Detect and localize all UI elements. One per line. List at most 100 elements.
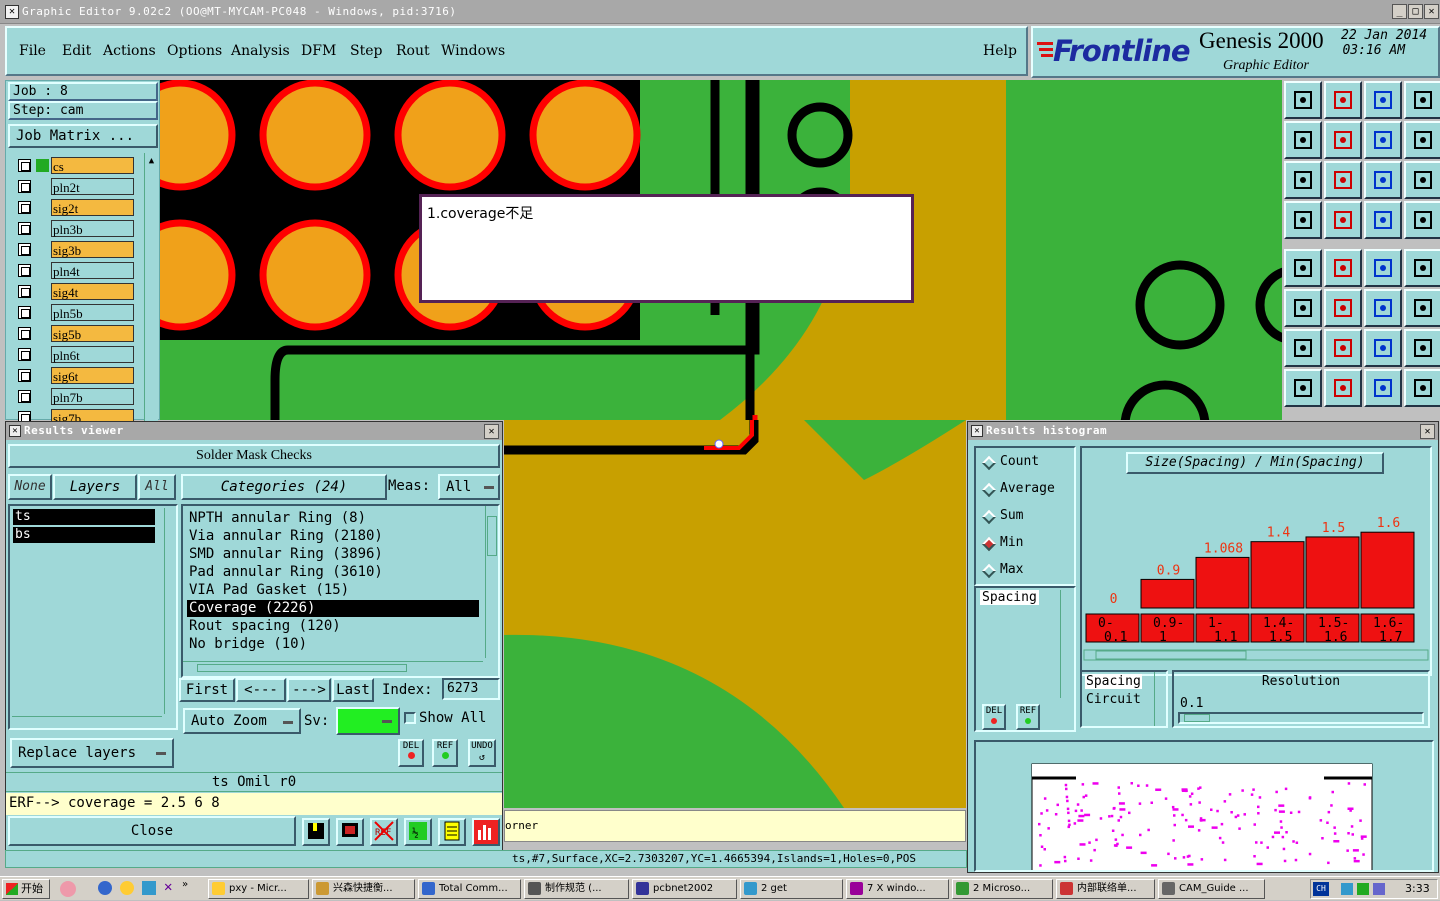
category-hscroll[interactable]: [183, 661, 483, 675]
menu-step[interactable]: Step: [350, 43, 382, 59]
radio-diamond-icon[interactable]: [981, 482, 997, 498]
histogram-tool-icon[interactable]: [472, 818, 500, 846]
result-layer-item[interactable]: ts: [13, 509, 155, 525]
layer-name[interactable]: sig5b: [51, 325, 134, 342]
radio-diamond-icon[interactable]: [981, 563, 997, 579]
scroll-up-arrow-icon[interactable]: ▲: [146, 155, 157, 167]
start-button[interactable]: 开始: [2, 879, 50, 899]
minus-tool-icon[interactable]: [1324, 369, 1362, 407]
swap-icon[interactable]: [1364, 121, 1402, 159]
select-square-icon[interactable]: [1284, 249, 1322, 287]
category-item[interactable]: Coverage (2226): [187, 600, 479, 617]
clock-icon[interactable]: [120, 881, 134, 895]
sv-color-select[interactable]: [336, 707, 400, 735]
layer-row[interactable]: sig7b: [16, 409, 136, 421]
results-viewer-close-icon[interactable]: ✕: [484, 424, 499, 439]
aggregate-option-min[interactable]: Min: [981, 535, 1072, 553]
layer-name[interactable]: cs: [51, 157, 134, 174]
copy-tool-icon[interactable]: [1404, 369, 1440, 407]
layer-name[interactable]: pln2t: [51, 178, 134, 195]
resolution-slider-thumb[interactable]: [1184, 714, 1210, 722]
layer-checkbox[interactable]: [18, 306, 31, 319]
grid-icon[interactable]: [1324, 201, 1362, 239]
layer-checkbox[interactable]: [18, 327, 31, 340]
radio-diamond-icon[interactable]: [981, 509, 997, 525]
half-tool-icon[interactable]: ½: [404, 818, 432, 846]
measure-list[interactable]: Spacing DEL REF: [974, 586, 1076, 732]
type-item-spacing[interactable]: Spacing: [1085, 674, 1142, 689]
index-input[interactable]: 6273: [442, 678, 500, 700]
ie-icon[interactable]: [98, 881, 112, 895]
type-scrollbar[interactable]: [1154, 672, 1166, 726]
pad-edit-icon[interactable]: [1324, 249, 1362, 287]
layer-scrollbar[interactable]: ▲: [144, 153, 158, 421]
board-overview[interactable]: [974, 740, 1434, 873]
minimize-button[interactable]: _: [1392, 4, 1407, 19]
layer-row[interactable]: sig2t: [16, 199, 136, 216]
flip-icon[interactable]: [1404, 121, 1440, 159]
hist-ref-button[interactable]: REF: [1016, 704, 1040, 730]
tray-app-icon[interactable]: [1357, 883, 1369, 895]
angle-icon[interactable]: [1284, 329, 1322, 367]
x-app-icon[interactable]: ✕: [164, 879, 172, 895]
explorer-icon[interactable]: [142, 881, 156, 895]
one-to-one-icon[interactable]: [1364, 161, 1402, 199]
histogram-close-icon[interactable]: ✕: [1420, 424, 1435, 439]
zoom-fit-icon[interactable]: [1284, 161, 1322, 199]
taskbar-item[interactable]: 内部联络单...: [1056, 879, 1155, 899]
menu-file[interactable]: File: [19, 43, 46, 59]
close-button[interactable]: Close: [8, 816, 296, 846]
layer-row[interactable]: pln6t: [16, 346, 136, 363]
type-list[interactable]: Spacing Circuit: [1080, 670, 1168, 728]
menu-dfm[interactable]: DFM: [301, 43, 336, 59]
meas-select[interactable]: All: [438, 474, 500, 500]
menu-options[interactable]: Options: [167, 43, 222, 59]
layer-row[interactable]: sig4t: [16, 283, 136, 300]
histogram-menu-icon[interactable]: ✕: [971, 425, 983, 437]
menu-windows[interactable]: Windows: [441, 43, 505, 59]
graph-tool-icon[interactable]: [302, 818, 330, 846]
layer-checkbox[interactable]: [18, 243, 31, 256]
category-item[interactable]: Rout spacing (120): [187, 618, 479, 635]
bottom-view-icon[interactable]: [1324, 81, 1362, 119]
layer-row[interactable]: sig6t: [16, 367, 136, 384]
layer-row[interactable]: pln3b: [16, 220, 136, 237]
radio-diamond-icon[interactable]: [981, 455, 997, 471]
layer-row[interactable]: pln2t: [16, 178, 136, 195]
type-item-circuit[interactable]: Circuit: [1086, 692, 1141, 707]
results-viewer-menu-icon[interactable]: ✕: [9, 425, 21, 437]
first-button[interactable]: First: [179, 678, 235, 702]
measure-tool-icon[interactable]: [1284, 201, 1322, 239]
aggregate-option-max[interactable]: Max: [981, 562, 1072, 580]
menu-edit[interactable]: Edit: [62, 43, 91, 59]
category-item[interactable]: Pad annular Ring (3610): [187, 564, 479, 581]
aggregate-option-count[interactable]: Count: [981, 454, 1072, 472]
result-layer-item[interactable]: bs: [13, 527, 155, 543]
panel-icon[interactable]: [1404, 81, 1440, 119]
layer-name[interactable]: pln6t: [51, 346, 134, 363]
layer-row[interactable]: pln4t: [16, 262, 136, 279]
chart-hscroll-thumb[interactable]: [1095, 650, 1247, 660]
del-button[interactable]: DEL: [398, 739, 424, 767]
layers-button[interactable]: Layers: [53, 474, 137, 500]
report-tool-icon[interactable]: [438, 818, 466, 846]
histogram-bar[interactable]: [1140, 578, 1195, 609]
category-item[interactable]: VIA Pad Gasket (15): [187, 582, 479, 599]
fit-right-icon[interactable]: [1324, 121, 1362, 159]
ref-button[interactable]: REF: [432, 739, 458, 767]
layer-name[interactable]: sig7b: [51, 409, 134, 421]
layer-checkbox[interactable]: [18, 285, 31, 298]
circle-fill-icon[interactable]: [1404, 249, 1440, 287]
taskbar-item[interactable]: 制作规范 (...: [524, 879, 629, 899]
histogram-bar[interactable]: [1250, 541, 1305, 609]
taskbar-item[interactable]: 7 X windo...: [846, 879, 949, 899]
layer-checkbox[interactable]: [18, 411, 31, 421]
category-scrollbar[interactable]: [485, 506, 498, 658]
menu-analysis[interactable]: Analysis: [231, 43, 290, 59]
line-point-blue-icon[interactable]: [1404, 289, 1440, 327]
auto-zoom-select[interactable]: Auto Zoom: [183, 708, 301, 734]
category-item[interactable]: Via annular Ring (2180): [187, 528, 479, 545]
layer-result-scrollbar[interactable]: [164, 508, 176, 714]
maximize-button[interactable]: □: [1408, 4, 1423, 19]
taskbar-item[interactable]: 2 Microso...: [952, 879, 1053, 899]
